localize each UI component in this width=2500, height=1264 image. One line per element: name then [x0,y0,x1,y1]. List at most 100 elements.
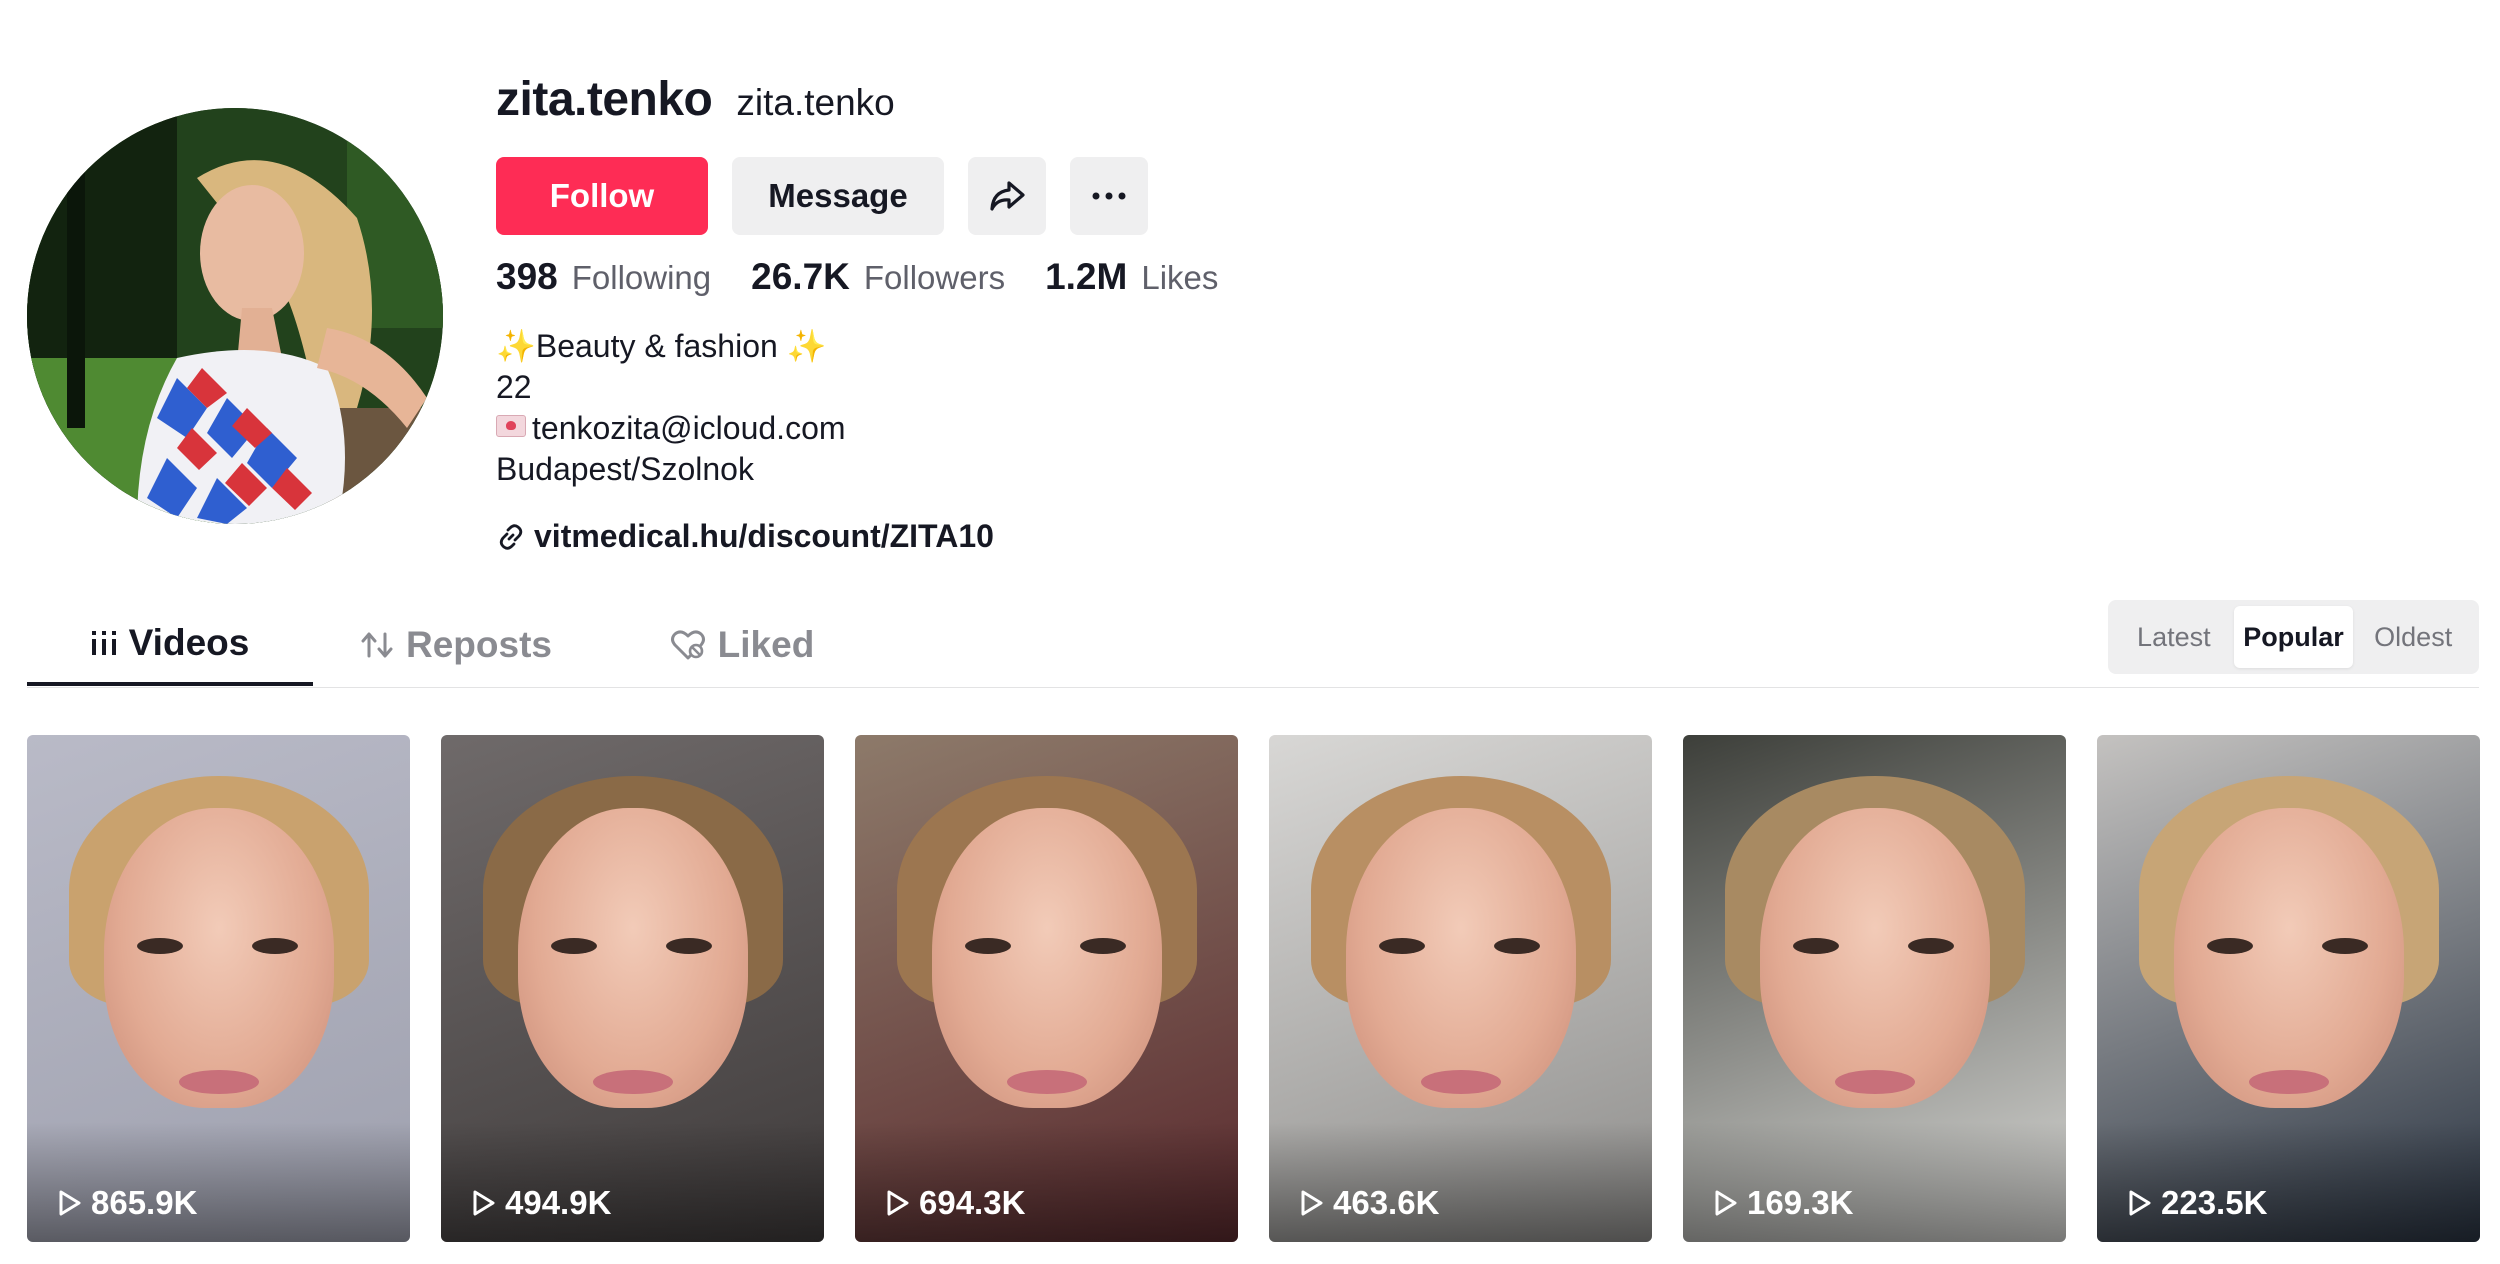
stat-label: Followers [863,259,1006,296]
view-count: 494.9K [471,1184,611,1222]
tab-videos[interactable]: Videos [27,604,313,686]
thumbnail-eye [1494,937,1540,954]
play-icon [1301,1190,1323,1216]
tab-label: Reposts [406,624,552,665]
thumbnail-eye [2207,937,2253,954]
stat-followers[interactable]: 26.7K Followers [751,256,1005,298]
play-icon [1715,1190,1737,1216]
follow-button[interactable]: Follow [496,157,708,235]
share-arrow-icon [990,181,1025,211]
bio-line: 22 [496,369,532,405]
thumbnail-eye [137,937,183,954]
thumbnail-eye [1080,937,1126,954]
top-cropped-element [1000,0,1220,6]
profile-subtitle: zita.tenko [736,82,895,123]
thumbnail-face [517,808,748,1109]
repost-icon [361,632,393,658]
profile-link-text: vitmedical.hu/discount/ZITA10 [534,518,994,554]
video-card[interactable]: 865.9K [27,735,410,1242]
play-icon [2129,1190,2151,1216]
profile-stats: 398 Following 26.7K Followers 1.2M Likes [496,256,1258,298]
profile-header: zita.tenko zita.tenko [496,72,895,127]
thumbnail-shade [855,1122,1238,1242]
view-count-text: 694.3K [919,1184,1026,1221]
video-grid: 865.9K 494.9K 694.3K 463.6K 169.3K 223.5… [27,735,2480,1242]
view-count-text: 865.9K [91,1184,198,1221]
stat-value: 26.7K [751,256,850,297]
view-count: 223.5K [2127,1184,2267,1222]
grid-icon [91,631,116,655]
thumbnail-eye [1793,937,1839,954]
sort-oldest[interactable]: Oldest [2353,606,2473,668]
sort-popular[interactable]: Popular [2233,606,2354,668]
message-button[interactable]: Message [732,157,944,235]
thumbnail-lips [592,1069,673,1094]
more-button[interactable] [1070,157,1148,235]
thumbnail-lips [178,1069,259,1094]
thumbnail-shade [1269,1122,1652,1242]
more-horizontal-icon [1092,192,1126,200]
stat-value: 398 [496,256,558,297]
play-icon [887,1190,909,1216]
thumbnail-face [103,808,334,1109]
video-card[interactable]: 463.6K [1269,735,1652,1242]
share-button[interactable] [968,157,1046,235]
thumbnail-shade [441,1122,824,1242]
view-count-text: 169.3K [1747,1184,1854,1221]
thumbnail-eye [1379,937,1425,954]
view-count-text: 223.5K [2161,1184,2268,1221]
thumbnail-eye [666,937,712,954]
stat-label: Following [571,259,712,296]
link-icon [499,523,523,550]
thumbnail-face [1345,808,1576,1109]
stat-following[interactable]: 398 Following [496,256,711,298]
thumbnail-eye [551,937,597,954]
bio-email: tenkozita@icloud.com [532,410,846,446]
video-card[interactable]: 694.3K [855,735,1238,1242]
tab-label: Videos [128,622,250,663]
thumbnail-lips [1006,1069,1087,1094]
video-card[interactable]: 169.3K [1683,735,2066,1242]
bio-email-line: tenkozita@icloud.com [496,408,846,449]
tab-label: Liked [717,624,815,665]
stat-label: Likes [1141,259,1219,296]
avatar-image [27,108,443,524]
avatar[interactable] [27,108,443,524]
profile-link[interactable]: vitmedical.hu/discount/ZITA10 [496,518,994,555]
thumbnail-eye [2322,937,2368,954]
thumbnail-eye [965,937,1011,954]
view-count-text: 494.9K [505,1184,612,1221]
thumbnail-face [1759,808,1990,1109]
tab-liked[interactable]: Liked [599,604,885,686]
love-letter-icon [496,415,526,437]
thumbnail-eye [252,937,298,954]
play-icon [473,1190,495,1216]
profile-title: zita.tenko [496,73,713,126]
thumbnail-eye [1908,937,1954,954]
view-count: 463.6K [1299,1184,1439,1222]
view-count-text: 463.6K [1333,1184,1440,1221]
tab-reposts[interactable]: Reposts [313,604,599,686]
thumbnail-shade [2097,1122,2480,1242]
thumbnail-shade [1683,1122,2066,1242]
profile-actions: Follow Message [496,157,1148,235]
thumbnail-face [2173,808,2404,1109]
stat-likes: 1.2M Likes [1045,256,1218,298]
video-card[interactable]: 223.5K [2097,735,2480,1242]
view-count: 865.9K [57,1184,197,1222]
play-icon [59,1190,81,1216]
sort-latest[interactable]: Latest [2114,606,2234,668]
bio-line: ✨Beauty & fashion ✨ [496,328,827,364]
sort-toggle: Latest Popular Oldest [2108,600,2479,674]
thumbnail-lips [2248,1069,2329,1094]
thumbnail-face [931,808,1162,1109]
video-card[interactable]: 494.9K [441,735,824,1242]
thumbnail-lips [1420,1069,1501,1094]
stat-value: 1.2M [1045,256,1128,297]
tabs-divider [27,687,2479,688]
thumbnail-lips [1834,1069,1915,1094]
profile-bio: ✨Beauty & fashion ✨ 22 tenkozita@icloud.… [496,326,846,490]
content-tabs: Videos Reposts Liked [27,604,885,686]
thumbnail-shade [27,1122,410,1242]
bio-line: Budapest/Szolnok [496,451,754,487]
